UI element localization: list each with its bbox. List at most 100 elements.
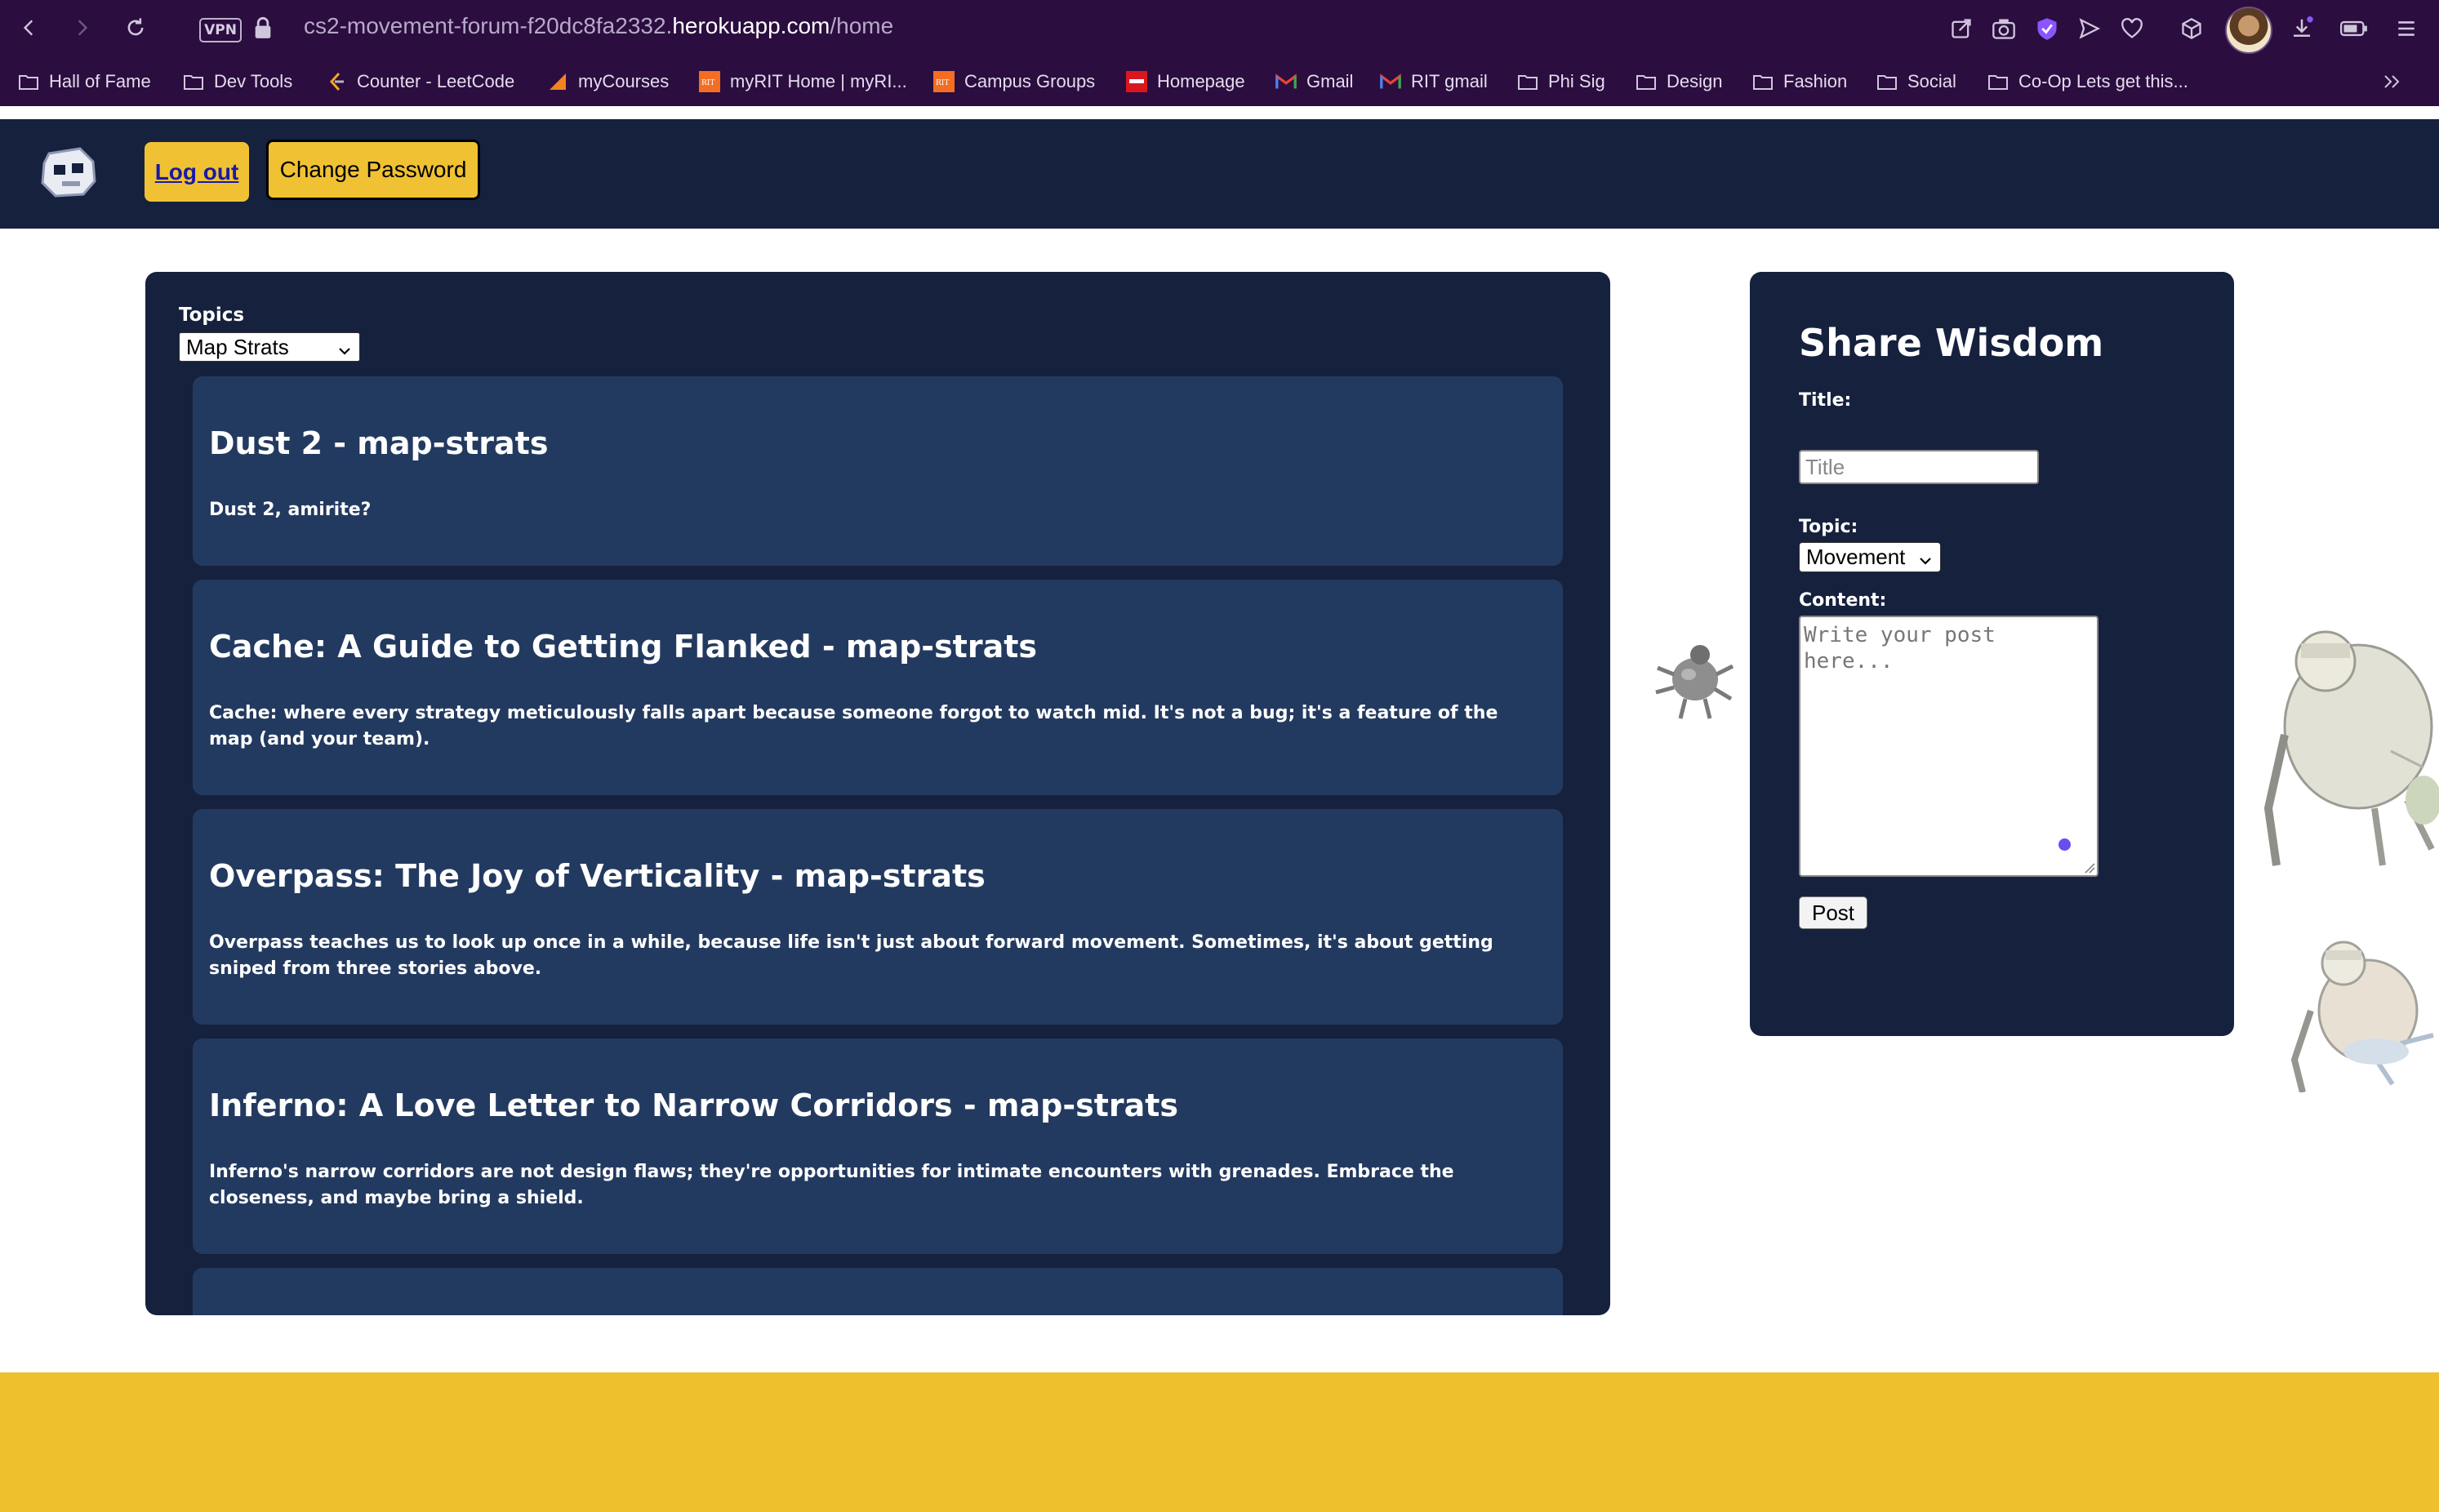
- bookmark-gmail[interactable]: Gmail: [1275, 69, 1353, 95]
- folder-icon: [18, 73, 39, 91]
- rit-icon: RIT: [699, 71, 720, 92]
- folder-icon: [1876, 73, 1898, 91]
- camera-icon[interactable]: [1988, 13, 2019, 44]
- folder-icon: [183, 73, 204, 91]
- bookmark-label: Gmail: [1306, 71, 1354, 91]
- grammar-assistant-icon[interactable]: [2058, 838, 2071, 851]
- post-body: Cache: where every strategy meticulously…: [209, 703, 1498, 749]
- bookmark-co-op[interactable]: Co-Op Lets get this...: [1987, 69, 2188, 95]
- bookmark-label: Design: [1667, 71, 1723, 91]
- profile-avatar[interactable]: [2225, 7, 2272, 54]
- content-textarea[interactable]: Write your post here...: [1799, 616, 2099, 877]
- topics-select[interactable]: Map Strats: [179, 332, 360, 362]
- folder-icon: [1987, 73, 2009, 91]
- content-placeholder: Write your post here...: [1804, 623, 1996, 674]
- share-wisdom-heading: Share Wisdom: [1799, 321, 2104, 365]
- soldier-character-illustration: [2260, 604, 2439, 877]
- logout-button[interactable]: Log out: [145, 142, 249, 202]
- heart-icon[interactable]: [2116, 13, 2147, 44]
- topics-select-value: Map Strats: [186, 334, 289, 359]
- folder-icon: [1517, 73, 1538, 91]
- topic-label: Topic:: [1799, 517, 1858, 537]
- bookmark-label: Fashion: [1783, 71, 1848, 91]
- post-card[interactable]: Inferno: A Love Letter to Narrow Corrido…: [193, 1038, 1563, 1254]
- bookmark-hall-of-fame[interactable]: Hall of Fame: [18, 69, 151, 95]
- bookmark-label: Campus Groups: [964, 71, 1096, 91]
- bookmark-label: Counter - LeetCode: [357, 71, 515, 91]
- bookmark-label: myCourses: [578, 71, 670, 91]
- bookmark-campus-groups[interactable]: RIT Campus Groups: [933, 69, 1095, 95]
- content-label: Content:: [1799, 590, 1887, 611]
- bookmark-label: Hall of Fame: [49, 71, 151, 91]
- site-logo[interactable]: [38, 144, 100, 199]
- post-card[interactable]: Dust 2 - map-strats Dust 2, amirite?: [193, 376, 1563, 566]
- send-icon[interactable]: [2074, 13, 2105, 44]
- bookmark-label: myRIT Home | myRI...: [730, 71, 907, 91]
- bookmark-label: Co-Op Lets get this...: [2018, 71, 2188, 91]
- forward-arrow-icon[interactable]: [65, 11, 98, 44]
- post-body: Inferno's narrow corridors are not desig…: [209, 1162, 1454, 1208]
- svg-text:RIT: RIT: [701, 79, 714, 87]
- gmail-icon: [1275, 73, 1297, 91]
- folder-icon: [1752, 73, 1774, 91]
- folder-icon: [1636, 73, 1657, 91]
- lock-icon[interactable]: [247, 11, 279, 44]
- site-header: Log out Change Password: [0, 119, 2439, 229]
- footer-band: [0, 1372, 2439, 1512]
- bookmarks-overflow-icon[interactable]: [2383, 69, 2402, 95]
- bookmark-label: Homepage: [1157, 71, 1245, 91]
- post-button[interactable]: Post: [1799, 896, 1867, 929]
- cube-icon[interactable]: [2176, 13, 2207, 44]
- svg-text:RIT: RIT: [936, 79, 949, 87]
- bookmark-label: Social: [1907, 71, 1956, 91]
- posts-feed-panel: Topics Map Strats Dust 2 - map-strats Du…: [145, 272, 1610, 1315]
- back-arrow-icon[interactable]: [13, 11, 46, 44]
- post-title[interactable]: Inferno: A Love Letter to Narrow Corrido…: [209, 1087, 1178, 1123]
- vpn-badge[interactable]: VPN: [199, 18, 242, 42]
- bookmarks-bar: Hall of Fame Dev Tools Counter - LeetCod…: [0, 57, 2439, 106]
- bug-character-illustration: [1653, 634, 1738, 725]
- address-bar[interactable]: cs2-movement-forum-f20dc8fa2332.herokuap…: [304, 13, 893, 39]
- bookmark-leetcode[interactable]: Counter - LeetCode: [326, 69, 514, 95]
- bookmark-label: RIT gmail: [1411, 71, 1488, 91]
- post-body: Overpass teaches us to look up once in a…: [209, 932, 1493, 979]
- chevron-down-icon: [1917, 549, 1934, 566]
- bookmark-social[interactable]: Social: [1876, 69, 1956, 95]
- post-title[interactable]: Cache: A Guide to Getting Flanked - map-…: [209, 629, 1037, 665]
- small-soldier-illustration: [2278, 929, 2439, 1096]
- download-icon[interactable]: [2286, 13, 2317, 44]
- battery-icon[interactable]: [2339, 13, 2370, 44]
- bookmark-label: Dev Tools: [214, 71, 293, 91]
- homepage-icon: [1126, 71, 1147, 92]
- bookmark-mycourses[interactable]: myCourses: [547, 69, 669, 95]
- topic-select[interactable]: Movement: [1799, 542, 1941, 572]
- title-label: Title:: [1799, 390, 1852, 411]
- post-card[interactable]: Cache: A Guide to Getting Flanked - map-…: [193, 580, 1563, 795]
- bookmark-fashion[interactable]: Fashion: [1752, 69, 1847, 95]
- resize-handle-icon[interactable]: [2084, 862, 2095, 874]
- bookmark-label: Phi Sig: [1548, 71, 1605, 91]
- title-input[interactable]: Title: [1799, 450, 2039, 484]
- menu-icon[interactable]: [2391, 13, 2422, 44]
- post-card[interactable]: [193, 1268, 1563, 1315]
- post-card[interactable]: Overpass: The Joy of Verticality - map-s…: [193, 809, 1563, 1025]
- bookmark-homepage[interactable]: Homepage: [1126, 69, 1245, 95]
- bookmark-design[interactable]: Design: [1636, 69, 1722, 95]
- shield-icon[interactable]: [2032, 13, 2063, 44]
- reload-icon[interactable]: [119, 11, 152, 44]
- url-path: /home: [830, 13, 894, 38]
- post-title[interactable]: Dust 2 - map-strats: [209, 425, 548, 461]
- change-password-button[interactable]: Change Password: [266, 140, 480, 200]
- leetcode-icon: [326, 72, 347, 91]
- post-title[interactable]: Overpass: The Joy of Verticality - map-s…: [209, 858, 986, 894]
- mycourses-icon: [547, 73, 568, 91]
- share-wisdom-panel: Share Wisdom Title: Title Topic: Movemen…: [1750, 272, 2234, 1036]
- bookmark-phi-sig[interactable]: Phi Sig: [1517, 69, 1605, 95]
- gmail-icon: [1380, 73, 1401, 91]
- rit-icon: RIT: [933, 71, 955, 92]
- bookmark-myrit[interactable]: RIT myRIT Home | myRI...: [699, 69, 907, 95]
- browser-toolbar: VPN cs2-movement-forum-f20dc8fa2332.hero…: [0, 0, 2439, 57]
- bookmark-dev-tools[interactable]: Dev Tools: [183, 69, 292, 95]
- share-page-icon[interactable]: [1946, 13, 1977, 44]
- bookmark-rit-gmail[interactable]: RIT gmail: [1380, 69, 1488, 95]
